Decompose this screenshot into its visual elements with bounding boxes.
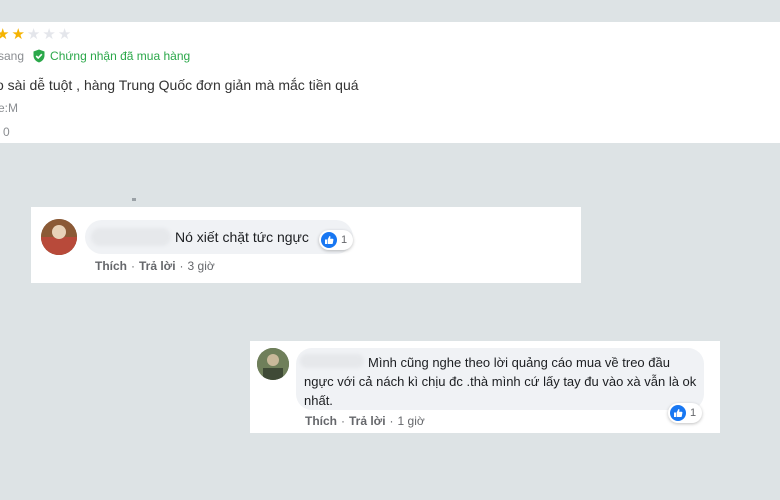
comment-card: Nó xiết chặt tức ngực 1 Thích · Trả lời · 3 … <box>31 207 581 283</box>
comment-timestamp[interactable]: 1 giờ <box>398 414 425 428</box>
star-icon: ★ <box>0 26 10 43</box>
divider-fragment <box>132 198 136 201</box>
verified-purchase-label: Chứng nhận đã mua hàng <box>50 49 191 63</box>
reaction-summary[interactable]: 1 <box>668 403 703 423</box>
reaction-count: 1 <box>341 234 348 246</box>
comment-timestamp[interactable]: 3 giờ <box>188 259 215 273</box>
comment-line: nhất. <box>304 393 333 408</box>
star-icon: ★ <box>57 26 72 43</box>
comment-bubble: Mình cũng nghe theo lời quảng cáo mua về… <box>296 348 704 410</box>
commenter-name-redacted[interactable] <box>300 354 364 368</box>
reply-button[interactable]: Trả lời <box>139 259 176 273</box>
avatar[interactable] <box>257 348 289 380</box>
like-button[interactable]: Thích <box>305 414 337 428</box>
reaction-count: 1 <box>690 407 697 419</box>
comment-line: Mình cũng nghe theo lời quảng cáo mua về… <box>368 355 670 370</box>
commenter-name-redacted[interactable] <box>91 228 171 246</box>
review-variant: e:M <box>0 101 19 115</box>
star-icon: ★ <box>42 26 56 43</box>
verified-shield-icon <box>32 49 46 63</box>
like-button[interactable]: Thích <box>95 259 127 273</box>
comment-actions: Thích · Trả lời · 3 giờ <box>95 259 215 273</box>
review-like-count: 0 <box>3 125 10 139</box>
comment-bubble: Nó xiết chặt tức ngực <box>85 220 353 254</box>
rating-stars: ★ ★ ★ ★ ★ <box>0 27 71 42</box>
comment-card: Mình cũng nghe theo lời quảng cáo mua về… <box>250 341 720 433</box>
reviewer-name: sang <box>0 49 25 63</box>
star-icon: ★ <box>26 26 41 43</box>
product-review-card: ★ ★ ★ ★ ★ sang Chứng nhận đã mua hàng o … <box>0 22 780 143</box>
like-reaction-icon <box>670 405 686 421</box>
like-reaction-icon <box>321 232 337 248</box>
comment-actions: Thích · Trả lời · 1 giờ <box>305 414 425 428</box>
comment-text: Nó xiết chặt tức ngực <box>175 229 309 245</box>
reaction-summary[interactable]: 1 <box>319 230 354 250</box>
review-text: o sài dễ tuột , hàng Trung Quốc đơn giản… <box>0 77 359 93</box>
star-icon: ★ <box>11 26 25 43</box>
reply-button[interactable]: Trả lời <box>349 414 386 428</box>
review-meta: sang Chứng nhận đã mua hàng <box>0 49 190 63</box>
avatar[interactable] <box>41 219 77 255</box>
comment-line: ngực với cả nách kì chịu đc .thà mình cứ… <box>304 374 697 389</box>
